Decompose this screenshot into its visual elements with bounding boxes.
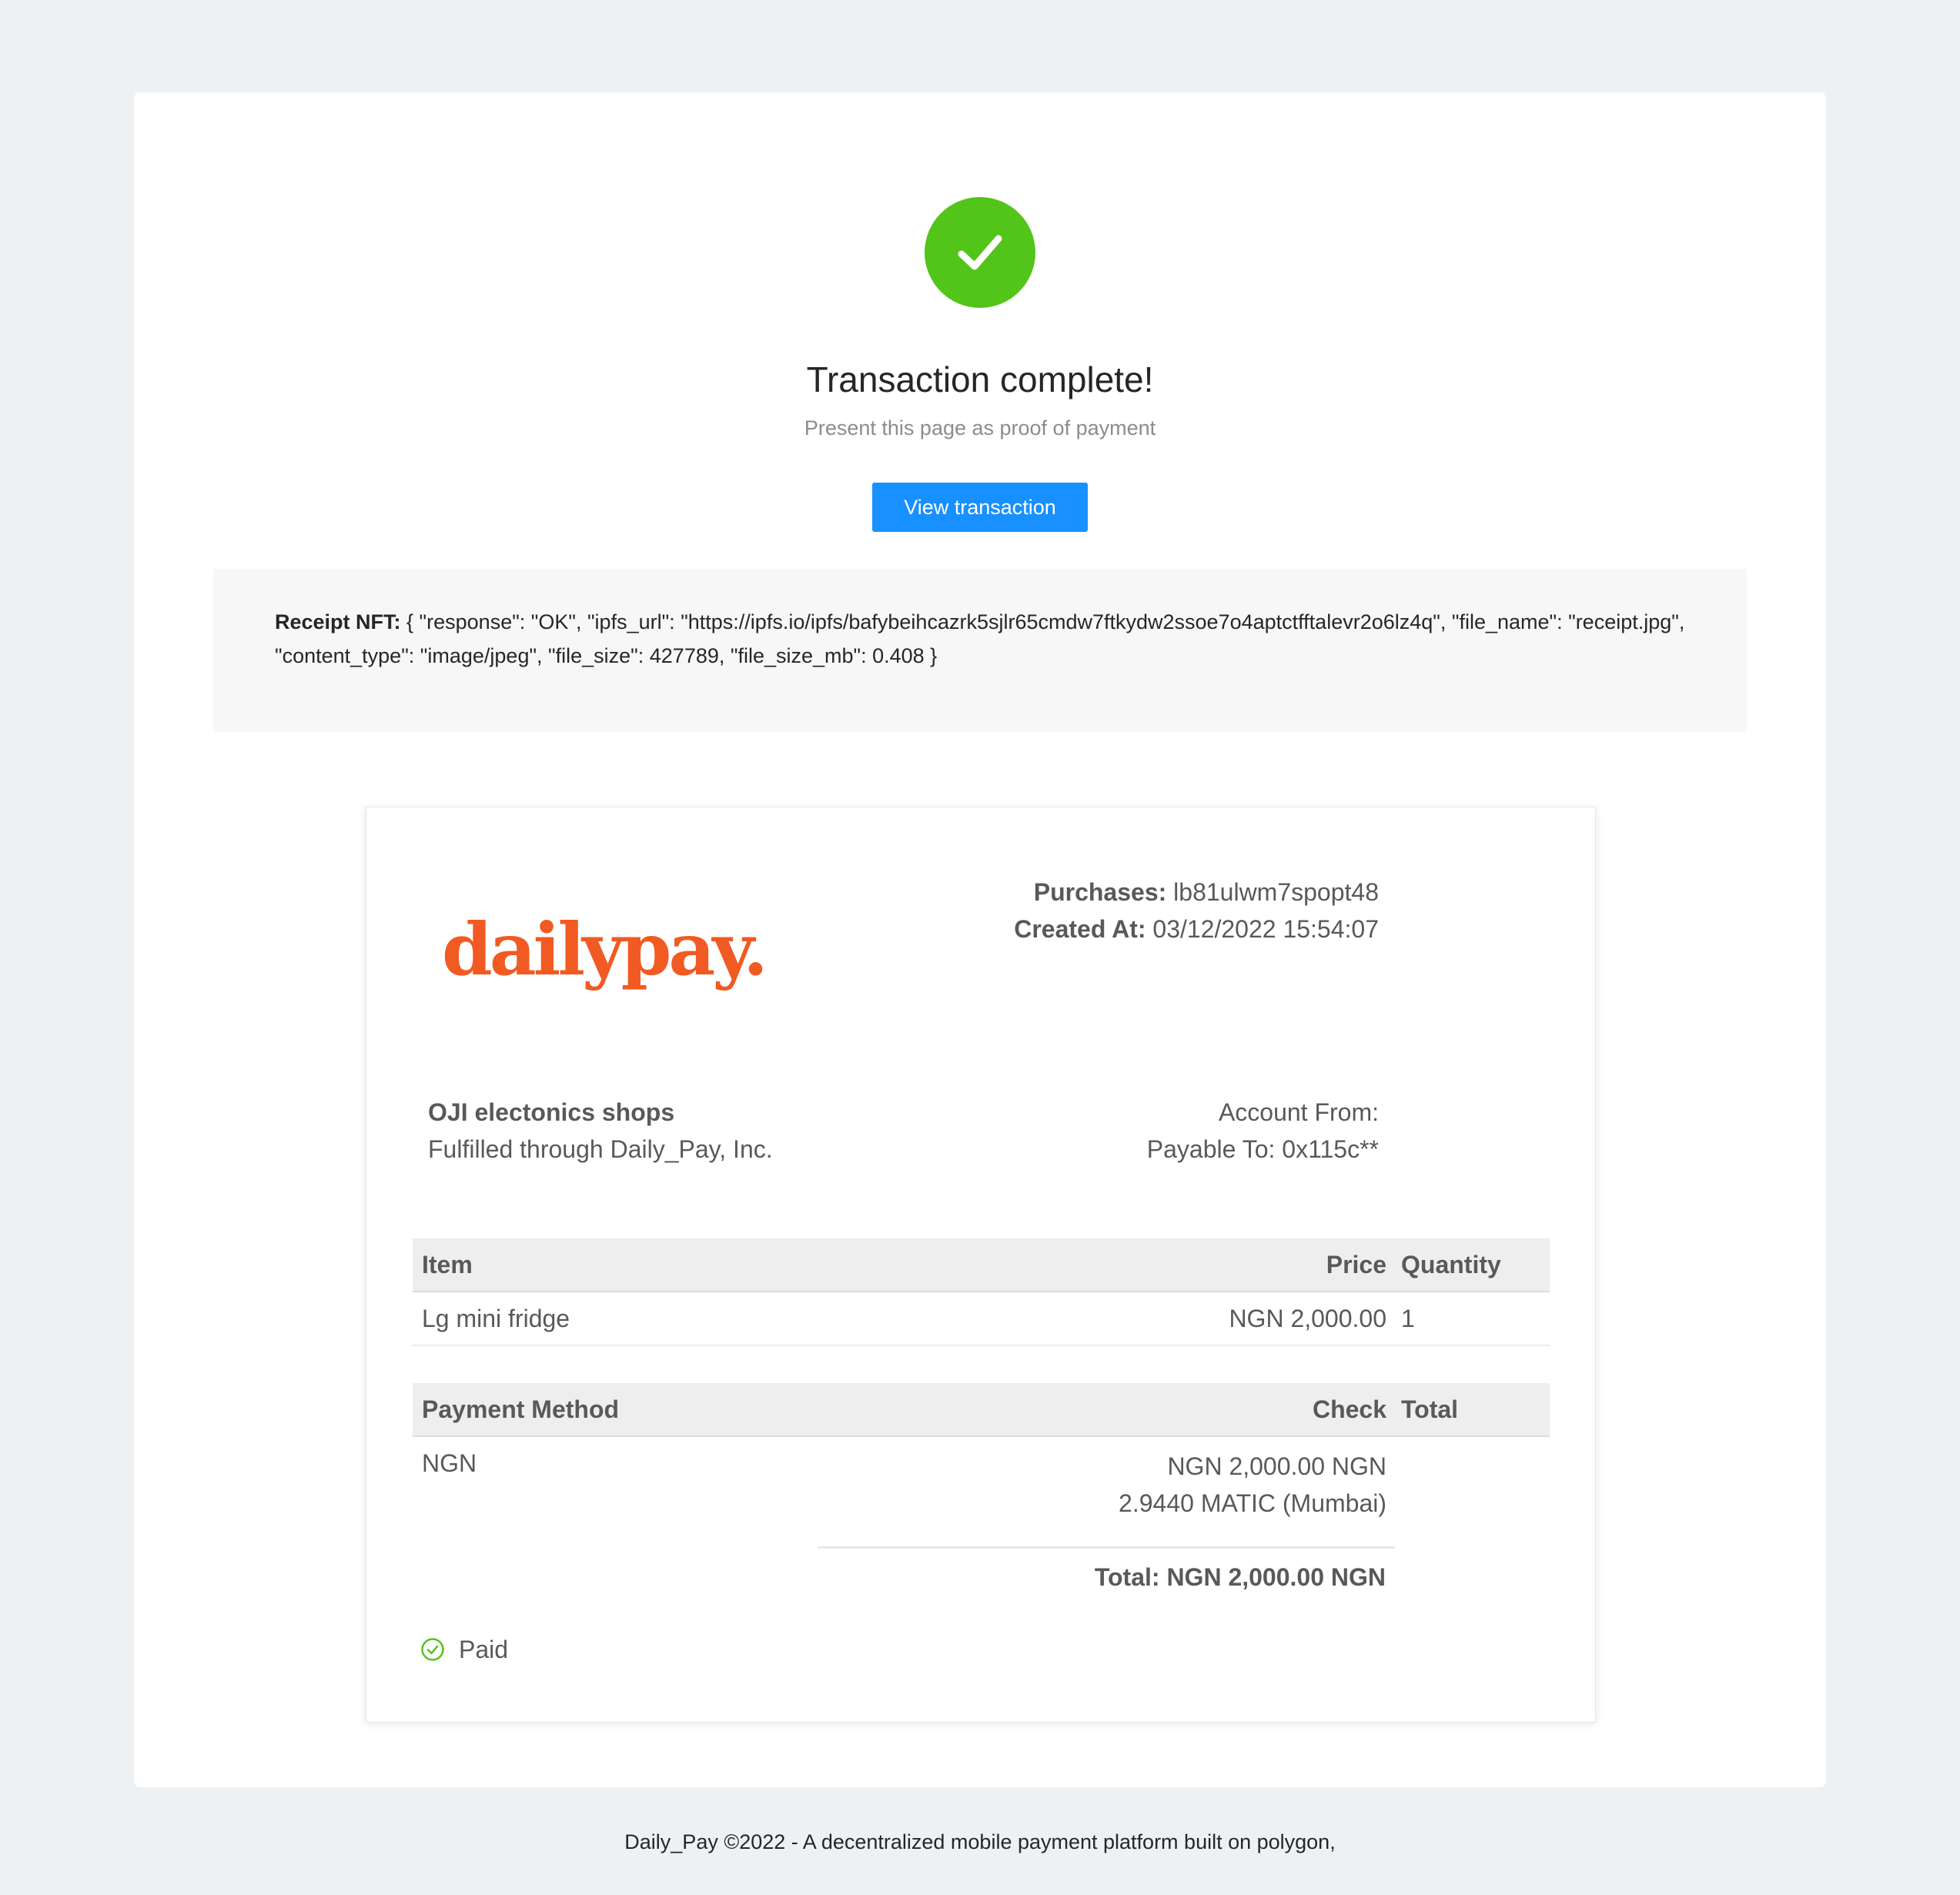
column-header-item: Item [422,1251,473,1278]
receipt-nft-text: Receipt NFT: { "response": "OK", "ipfs_u… [275,605,1707,673]
created-at-value: 03/12/2022 15:54:07 [1146,915,1379,943]
receipt-nft-panel: Receipt NFT: { "response": "OK", "ipfs_u… [213,569,1747,732]
check-circle-icon [925,197,1035,308]
payable-to: Payable To: 0x115c** [1146,1135,1379,1163]
purchases-label: Purchases: [1033,878,1167,906]
column-header-price: Price [1326,1251,1386,1278]
merchant-fulfilled: Fulfilled through Daily_Pay, Inc. [428,1135,773,1163]
column-header-check: Check [1312,1395,1386,1423]
payment-status: Paid [420,1631,508,1668]
account-info: Account From: Payable To: 0x115c** [1147,1094,1379,1168]
receipt-nft-label: Receipt NFT: [275,610,401,633]
purchases-line: Purchases: lb81ulwm7spopt48 [1014,874,1379,911]
items-table: Item Price Quantity Lg mini fridge NGN 2… [413,1238,1550,1346]
column-header-payment-method: Payment Method [422,1395,620,1423]
column-header-total: Total [1401,1395,1459,1423]
total-divider [818,1546,1395,1549]
dailypay-logo: dailypay. [442,907,768,992]
payment-method: NGN [422,1449,477,1477]
item-quantity: 1 [1401,1305,1415,1332]
check-amount: NGN 2,000.00 NGN [1167,1452,1386,1480]
payment-status-label: Paid [459,1636,509,1663]
check-crypto-amount: 2.9440 MATIC (Mumbai) [1119,1489,1386,1517]
view-transaction-button[interactable]: View transaction [872,483,1088,532]
account-from: Account From: [1218,1098,1379,1126]
created-at-line: Created At: 03/12/2022 15:54:07 [1014,911,1379,948]
total-amount: Total: NGN 2,000.00 NGN [1094,1563,1386,1591]
items-table-header: Item Price Quantity [413,1238,1550,1292]
column-header-quantity: Quantity [1401,1251,1501,1278]
table-row: Lg mini fridge NGN 2,000.00 1 [413,1292,1550,1346]
table-row: NGN NGN 2,000.00 NGN 2.9440 MATIC (Mumba… [413,1437,1550,1529]
payment-table-header: Payment Method Check Total [413,1383,1550,1437]
merchant-name: OJI electonics shops [428,1098,675,1126]
merchant-info: OJI electonics shops Fulfilled through D… [428,1094,773,1168]
footer-text: Daily_Pay ©2022 - A decentralized mobile… [624,1830,1336,1853]
created-at-label: Created At: [1014,915,1146,943]
check-circle-outline-icon [420,1637,445,1662]
payment-check: NGN 2,000.00 NGN 2.9440 MATIC (Mumbai) [1119,1448,1386,1522]
checkmark-icon [958,235,1002,270]
page-subtitle: Present this page as proof of payment [804,416,1156,439]
receipt-card: dailypay. Purchases: lb81ulwm7spopt48 Cr… [366,807,1596,1723]
item-price: NGN 2,000.00 [1229,1305,1386,1332]
page-title: Transaction complete! [806,359,1154,399]
payment-table: Payment Method Check Total NGN NGN 2,000… [413,1383,1550,1529]
receipt-nft-value: { "response": "OK", "ipfs_url": "https:/… [275,610,1685,667]
purchases-value: lb81ulwm7spopt48 [1166,878,1379,906]
receipt-meta: Purchases: lb81ulwm7spopt48 Created At: … [1014,874,1379,948]
item-name: Lg mini fridge [422,1305,570,1332]
